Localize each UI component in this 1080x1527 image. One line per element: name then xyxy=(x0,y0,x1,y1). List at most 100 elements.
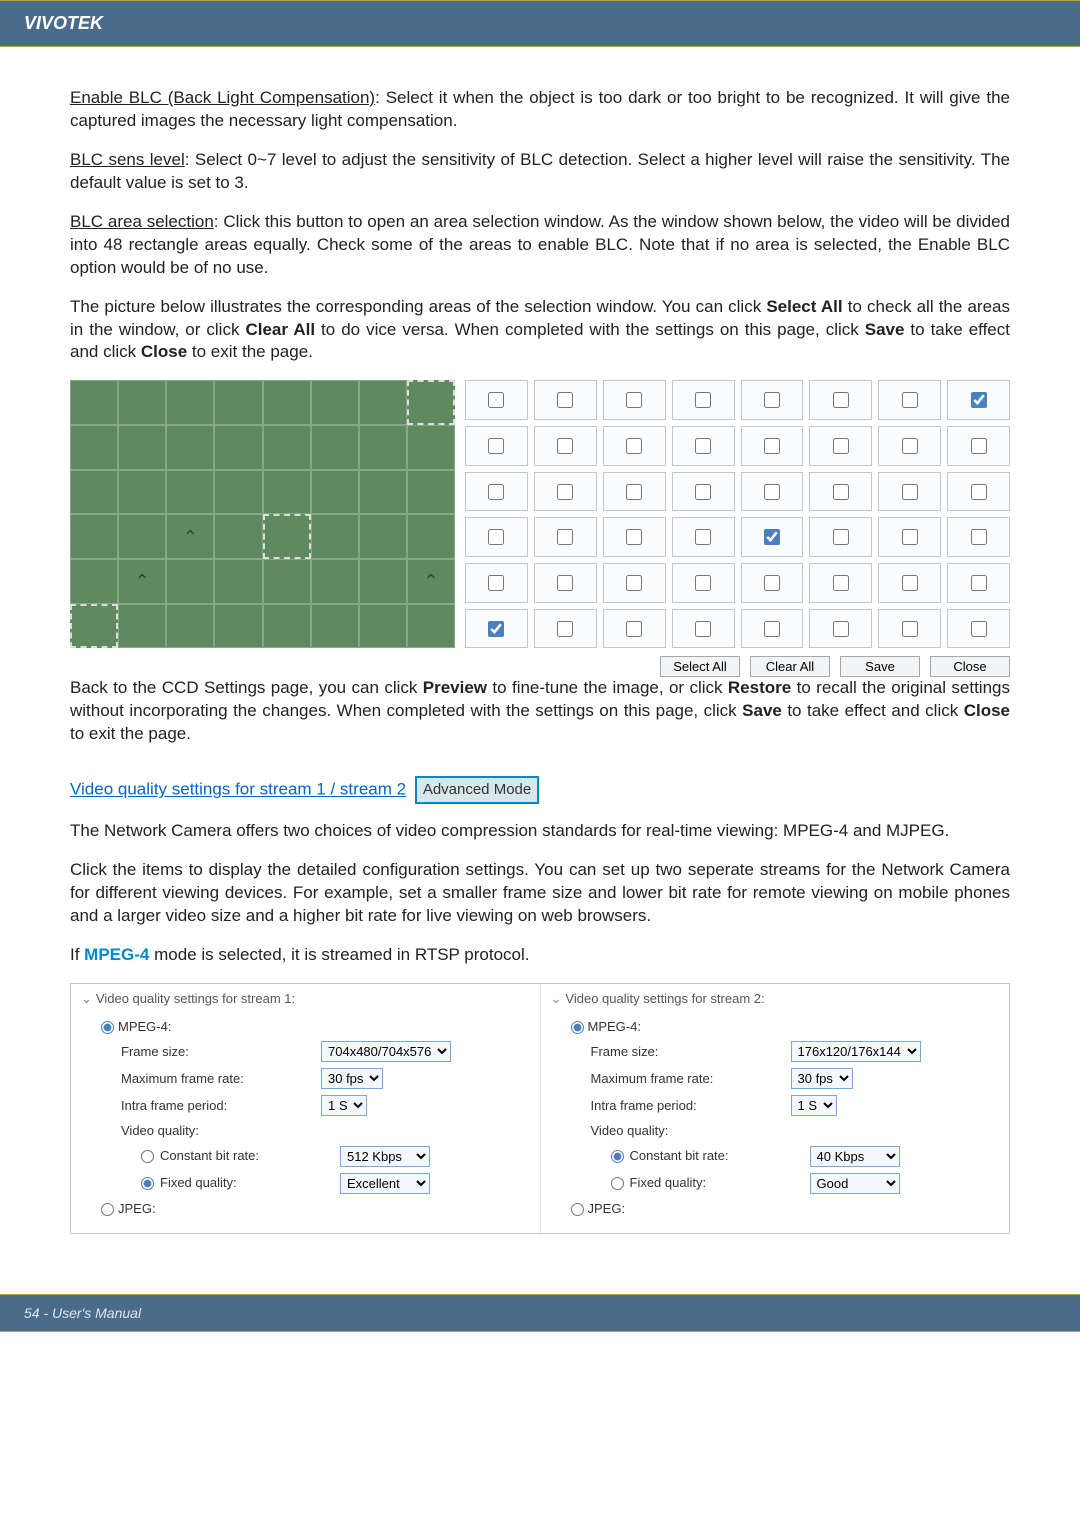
blc-checkbox[interactable] xyxy=(764,575,780,591)
blc-grid-cell[interactable] xyxy=(534,472,597,512)
blc-checkbox[interactable] xyxy=(695,484,711,500)
blc-grid-cell[interactable] xyxy=(947,472,1010,512)
blc-grid-cell[interactable] xyxy=(878,609,941,649)
blc-checkbox[interactable] xyxy=(833,438,849,454)
blc-checkbox[interactable] xyxy=(902,438,918,454)
blc-checkbox[interactable] xyxy=(626,438,642,454)
blc-grid-cell[interactable] xyxy=(465,472,528,512)
blc-grid-cell[interactable] xyxy=(465,426,528,466)
blc-grid-cell[interactable] xyxy=(809,380,872,420)
blc-grid-cell[interactable] xyxy=(465,609,528,649)
blc-grid-cell[interactable] xyxy=(741,426,804,466)
blc-grid-cell[interactable] xyxy=(603,563,666,603)
blc-checkbox[interactable] xyxy=(833,575,849,591)
blc-grid-cell[interactable] xyxy=(672,517,735,557)
blc-grid-cell[interactable] xyxy=(741,472,804,512)
s1-frame-size-select[interactable]: 704x480/704x576 xyxy=(321,1041,451,1062)
close-button[interactable]: Close xyxy=(930,656,1010,677)
s1-fq-select[interactable]: Excellent xyxy=(340,1173,430,1194)
blc-checkbox[interactable] xyxy=(971,484,987,500)
s2-intra-frame-select[interactable]: 1 S xyxy=(791,1095,837,1116)
blc-grid-cell[interactable] xyxy=(603,517,666,557)
blc-checkbox[interactable] xyxy=(902,484,918,500)
blc-grid-cell[interactable] xyxy=(465,563,528,603)
blc-grid-cell[interactable] xyxy=(603,472,666,512)
select-all-button[interactable]: Select All xyxy=(660,656,740,677)
blc-checkbox[interactable] xyxy=(488,529,504,545)
blc-checkbox[interactable] xyxy=(971,529,987,545)
blc-grid-cell[interactable] xyxy=(741,380,804,420)
blc-checkbox[interactable] xyxy=(764,438,780,454)
blc-grid-cell[interactable] xyxy=(947,563,1010,603)
blc-checkbox[interactable] xyxy=(833,392,849,408)
blc-checkbox[interactable] xyxy=(626,392,642,408)
blc-grid-cell[interactable] xyxy=(878,472,941,512)
vq-section-link[interactable]: Video quality settings for stream 1 / st… xyxy=(70,780,406,799)
blc-checkbox[interactable] xyxy=(833,484,849,500)
s2-max-frame-rate-select[interactable]: 30 fps xyxy=(791,1068,853,1089)
blc-checkbox[interactable] xyxy=(488,621,504,637)
clear-all-button[interactable]: Clear All xyxy=(750,656,830,677)
s2-cbr-radio[interactable] xyxy=(611,1150,624,1163)
s2-jpeg-radio[interactable] xyxy=(571,1203,584,1216)
blc-grid-cell[interactable] xyxy=(534,609,597,649)
s2-mpeg4-radio[interactable] xyxy=(571,1021,584,1034)
blc-checkbox[interactable] xyxy=(764,621,780,637)
s2-jpeg-radio-row[interactable]: JPEG: xyxy=(571,1200,1000,1218)
blc-checkbox[interactable] xyxy=(626,575,642,591)
blc-checkbox[interactable] xyxy=(695,529,711,545)
blc-checkbox[interactable] xyxy=(626,484,642,500)
blc-grid-cell[interactable] xyxy=(672,380,735,420)
s1-jpeg-radio[interactable] xyxy=(101,1203,114,1216)
blc-grid-cell[interactable] xyxy=(947,609,1010,649)
blc-grid-cell[interactable] xyxy=(603,609,666,649)
blc-checkbox[interactable] xyxy=(695,575,711,591)
s1-mpeg4-radio[interactable] xyxy=(101,1021,114,1034)
blc-checkbox[interactable] xyxy=(971,438,987,454)
blc-checkbox[interactable] xyxy=(902,575,918,591)
s1-max-frame-rate-select[interactable]: 30 fps xyxy=(321,1068,383,1089)
blc-checkbox[interactable] xyxy=(557,438,573,454)
blc-checkbox[interactable] xyxy=(626,621,642,637)
blc-checkbox[interactable] xyxy=(488,392,504,408)
blc-grid-cell[interactable] xyxy=(741,609,804,649)
s2-fq-select[interactable]: Good xyxy=(810,1173,900,1194)
s2-cbr-select[interactable]: 40 Kbps xyxy=(810,1146,900,1167)
blc-grid-cell[interactable] xyxy=(878,380,941,420)
blc-grid-cell[interactable] xyxy=(878,563,941,603)
blc-checkbox[interactable] xyxy=(902,392,918,408)
blc-checkbox[interactable] xyxy=(557,529,573,545)
blc-checkbox[interactable] xyxy=(833,621,849,637)
blc-grid-cell[interactable] xyxy=(534,517,597,557)
blc-checkbox[interactable] xyxy=(557,484,573,500)
blc-checkbox[interactable] xyxy=(557,575,573,591)
s1-mpeg4-radio-row[interactable]: MPEG-4: xyxy=(101,1018,530,1036)
blc-checkbox[interactable] xyxy=(695,621,711,637)
blc-checkbox[interactable] xyxy=(764,529,780,545)
blc-checkbox[interactable] xyxy=(695,392,711,408)
blc-grid-cell[interactable] xyxy=(947,426,1010,466)
blc-grid-cell[interactable] xyxy=(603,380,666,420)
blc-checkbox[interactable] xyxy=(764,484,780,500)
blc-grid-cell[interactable] xyxy=(672,563,735,603)
blc-checkbox[interactable] xyxy=(695,438,711,454)
s1-jpeg-radio-row[interactable]: JPEG: xyxy=(101,1200,530,1218)
s2-fq-radio[interactable] xyxy=(611,1177,624,1190)
blc-checkbox[interactable] xyxy=(488,575,504,591)
s1-fq-radio[interactable] xyxy=(141,1177,154,1190)
blc-grid-cell[interactable] xyxy=(465,517,528,557)
blc-checkbox[interactable] xyxy=(833,529,849,545)
blc-grid-cell[interactable] xyxy=(809,517,872,557)
blc-grid-cell[interactable] xyxy=(603,426,666,466)
blc-grid-cell[interactable] xyxy=(878,426,941,466)
blc-grid-cell[interactable] xyxy=(947,517,1010,557)
s2-frame-size-select[interactable]: 176x120/176x144 xyxy=(791,1041,921,1062)
vq-stream2-title[interactable]: ⌄Video quality settings for stream 2: xyxy=(551,990,1000,1008)
blc-grid-cell[interactable] xyxy=(878,517,941,557)
blc-grid-cell[interactable] xyxy=(672,472,735,512)
blc-grid-cell[interactable] xyxy=(465,380,528,420)
s1-cbr-radio[interactable] xyxy=(141,1150,154,1163)
blc-grid-cell[interactable] xyxy=(741,563,804,603)
blc-grid-cell[interactable] xyxy=(534,426,597,466)
blc-grid-cell[interactable] xyxy=(809,472,872,512)
